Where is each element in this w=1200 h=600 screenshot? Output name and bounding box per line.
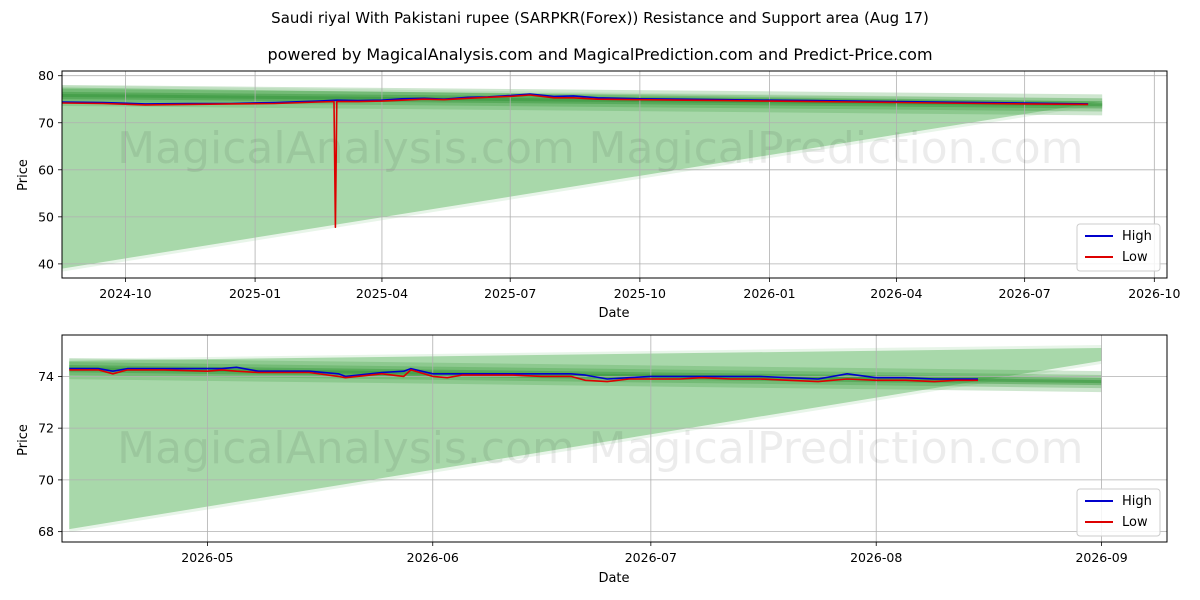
y-tick-label: 74 <box>38 369 54 384</box>
watermark-analysis: MagicalAnalysis.com <box>117 423 575 474</box>
watermark-prediction: MagicalPrediction.com <box>589 423 1084 474</box>
x-tick-label: 2026-06 <box>407 550 459 565</box>
x-tick-label: 2026-09 <box>1075 550 1127 565</box>
legend-low-label: Low <box>1122 515 1148 530</box>
legend-high-label: High <box>1122 494 1152 509</box>
y-tick-label: 68 <box>38 524 54 539</box>
x-tick-label: 2026-08 <box>850 550 902 565</box>
x-tick-label: 2026-05 <box>181 550 233 565</box>
x-axis-label-bottom: Date <box>598 571 629 586</box>
x-tick-label: 2026-07 <box>625 550 677 565</box>
legend-bottom: High Low <box>1076 488 1161 537</box>
chart-bottom: MagicalAnalysis.com MagicalPrediction.co… <box>16 334 1168 586</box>
y-tick-label: 70 <box>38 472 54 487</box>
y-axis-label-bottom: Price <box>16 424 31 456</box>
y-tick-label: 72 <box>38 421 54 436</box>
